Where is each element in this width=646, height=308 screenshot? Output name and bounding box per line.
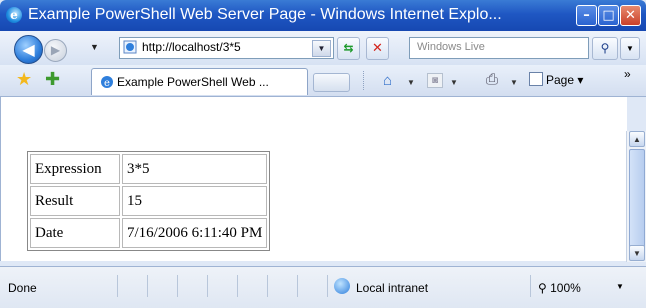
svg-text:e: e — [104, 78, 110, 89]
scroll-down-icon[interactable]: ▼ — [629, 245, 645, 261]
printer-icon[interactable]: ⎙ — [486, 71, 498, 88]
chevron-down-icon[interactable]: ▼ — [312, 40, 331, 57]
security-zone-label[interactable]: Local intranet — [356, 281, 428, 295]
status-divider — [237, 275, 238, 297]
maximize-button[interactable]: □ — [598, 5, 619, 26]
status-divider — [117, 275, 118, 297]
page-icon — [529, 72, 543, 86]
ie-page-icon: e — [101, 76, 113, 89]
table-row: Expression 3*5 — [30, 154, 268, 184]
back-arrow-icon[interactable]: ◀ — [14, 35, 43, 64]
status-text: Done — [8, 281, 37, 295]
scroll-thumb[interactable] — [629, 149, 645, 254]
feeds-icon[interactable]: ◙ — [427, 73, 443, 88]
home-dropdown[interactable]: ▼ — [407, 78, 415, 87]
status-divider — [530, 275, 531, 297]
add-favorites-icon[interactable]: ✚ — [45, 70, 60, 88]
table-cell-value: 7/16/2006 6:11:40 PM — [122, 218, 268, 248]
title-bar: e Example PowerShell Web Server Page - W… — [0, 0, 646, 31]
browser-window: e Example PowerShell Web Server Page - W… — [0, 0, 646, 308]
status-divider — [327, 275, 328, 297]
search-options-dropdown[interactable]: ▼ — [620, 37, 640, 60]
table-row: Date 7/16/2006 6:11:40 PM — [30, 218, 268, 248]
more-tools-chevron-icon[interactable]: » — [624, 67, 631, 81]
table-cell-value: 3*5 — [122, 154, 268, 184]
star-icon[interactable]: ★ — [16, 70, 32, 88]
stop-icon[interactable]: ✕ — [366, 37, 389, 60]
tab-active[interactable]: e Example PowerShell Web ... — [91, 68, 308, 95]
search-placeholder: Windows Live — [417, 41, 485, 53]
ie-logo-icon: e — [6, 7, 22, 23]
feeds-dropdown[interactable]: ▼ — [450, 78, 458, 87]
status-divider — [147, 275, 148, 297]
navigation-bar: ◀ ▶ ▼ http://localhost/3*5 ▼ ⇆ ✕ Windows… — [0, 31, 646, 65]
table-row: Result 15 — [30, 186, 268, 216]
table-cell-key: Result — [30, 186, 120, 216]
refresh-icon[interactable]: ⇆ — [337, 37, 360, 60]
window-title: Example PowerShell Web Server Page - Win… — [28, 6, 502, 23]
page-menu-button[interactable]: Page ▾ — [529, 72, 583, 87]
status-bar: Done Local intranet ⚲ 100% ▼ — [0, 266, 646, 308]
print-dropdown[interactable]: ▼ — [510, 78, 518, 87]
vertical-scrollbar[interactable]: ▲ ▼ — [626, 131, 646, 262]
zoom-level[interactable]: ⚲ 100% — [538, 281, 581, 295]
new-tab-button[interactable] — [313, 73, 350, 92]
status-divider — [267, 275, 268, 297]
address-text[interactable]: http://localhost/3*5 — [142, 40, 241, 54]
search-input[interactable]: Windows Live — [409, 37, 589, 59]
status-divider — [297, 275, 298, 297]
table-cell-value: 15 — [122, 186, 268, 216]
zoom-value: 100% — [550, 281, 581, 295]
divider — [363, 71, 365, 90]
recent-pages-dropdown[interactable]: ▼ — [90, 42, 99, 52]
minimize-button[interactable]: – — [576, 5, 597, 26]
status-divider — [177, 275, 178, 297]
result-table: Expression 3*5 Result 15 Date 7/16/2006 … — [27, 151, 271, 251]
page-menu-label: Page — [546, 73, 575, 87]
status-divider — [207, 275, 208, 297]
close-button[interactable]: ✕ — [620, 5, 641, 26]
search-icon[interactable]: ⚲ — [592, 37, 618, 60]
table-cell-key: Date — [30, 218, 120, 248]
home-icon[interactable]: ⌂ — [383, 72, 392, 89]
table-cell-key: Expression — [30, 154, 120, 184]
zoom-dropdown[interactable]: ▼ — [616, 282, 624, 291]
address-bar[interactable]: http://localhost/3*5 ▼ — [119, 37, 334, 59]
tab-label: Example PowerShell Web ... — [117, 75, 269, 89]
tab-bar: ★ ✚ e Example PowerShell Web ... ⌂ ▼ ◙ ▼… — [0, 65, 646, 97]
page-icon — [123, 40, 137, 54]
intranet-globe-icon — [334, 278, 350, 294]
forward-arrow-icon[interactable]: ▶ — [44, 39, 67, 62]
scroll-up-icon[interactable]: ▲ — [629, 131, 645, 147]
